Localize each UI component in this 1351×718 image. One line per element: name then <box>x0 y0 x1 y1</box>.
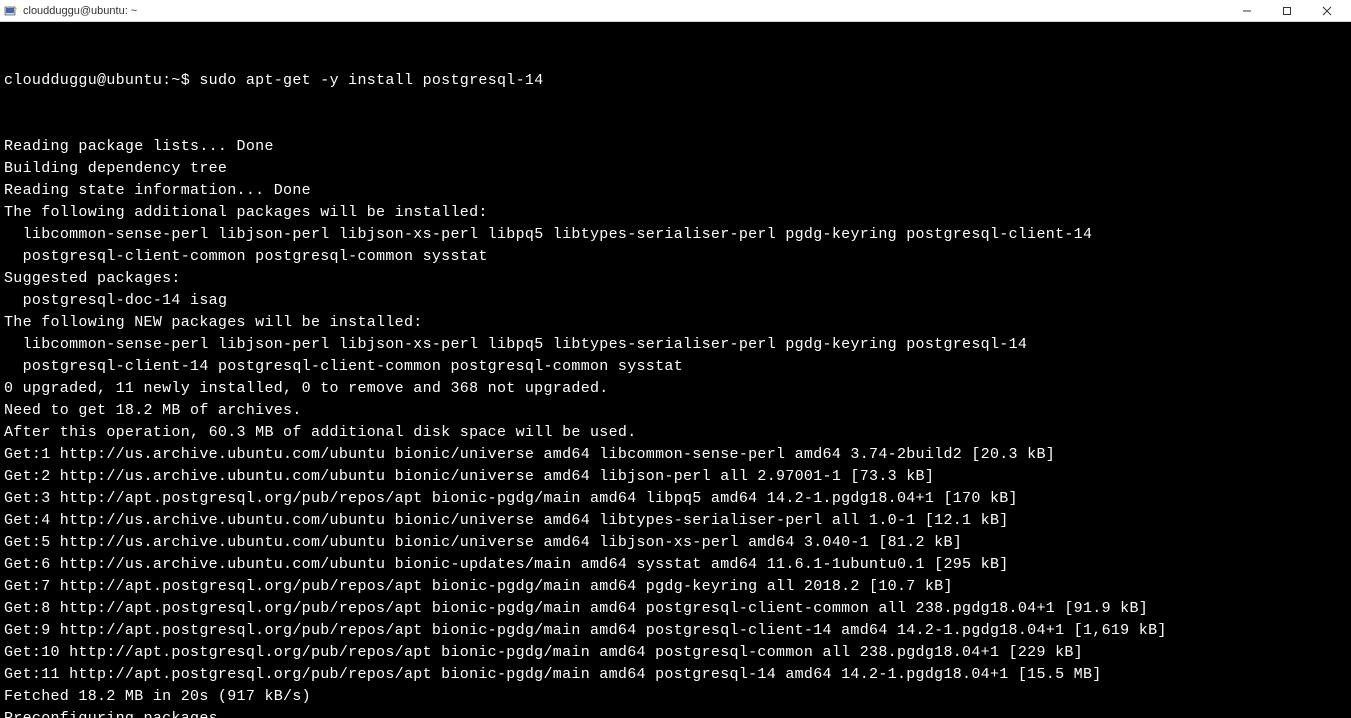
window-controls <box>1227 0 1347 22</box>
terminal-line: Get:5 http://us.archive.ubuntu.com/ubunt… <box>4 532 1347 554</box>
terminal-line: postgresql-client-14 postgresql-client-c… <box>4 356 1347 378</box>
minimize-button[interactable] <box>1227 0 1267 22</box>
shell-command: sudo apt-get -y install postgresql-14 <box>199 72 543 89</box>
close-button[interactable] <box>1307 0 1347 22</box>
terminal-line: Reading package lists... Done <box>4 136 1347 158</box>
window-title: cloudduggu@ubuntu: ~ <box>23 5 137 17</box>
terminal-line: 0 upgraded, 11 newly installed, 0 to rem… <box>4 378 1347 400</box>
putty-icon <box>4 4 18 18</box>
terminal-line: Reading state information... Done <box>4 180 1347 202</box>
terminal-line: Fetched 18.2 MB in 20s (917 kB/s) <box>4 686 1347 708</box>
terminal-line: Get:6 http://us.archive.ubuntu.com/ubunt… <box>4 554 1347 576</box>
terminal-line: libcommon-sense-perl libjson-perl libjso… <box>4 224 1347 246</box>
terminal-line: The following NEW packages will be insta… <box>4 312 1347 334</box>
terminal-area[interactable]: cloudduggu@ubuntu:~$ sudo apt-get -y ins… <box>0 22 1351 718</box>
terminal-line: libcommon-sense-perl libjson-perl libjso… <box>4 334 1347 356</box>
terminal-line: The following additional packages will b… <box>4 202 1347 224</box>
terminal-line: Get:1 http://us.archive.ubuntu.com/ubunt… <box>4 444 1347 466</box>
terminal-line: Get:9 http://apt.postgresql.org/pub/repo… <box>4 620 1347 642</box>
terminal-line: postgresql-doc-14 isag <box>4 290 1347 312</box>
terminal-line: Get:7 http://apt.postgresql.org/pub/repo… <box>4 576 1347 598</box>
terminal-line: Get:3 http://apt.postgresql.org/pub/repo… <box>4 488 1347 510</box>
terminal-line: Building dependency tree <box>4 158 1347 180</box>
terminal-line: After this operation, 60.3 MB of additio… <box>4 422 1347 444</box>
terminal-line: Need to get 18.2 MB of archives. <box>4 400 1347 422</box>
terminal-line: postgresql-client-common postgresql-comm… <box>4 246 1347 268</box>
terminal-line: Get:8 http://apt.postgresql.org/pub/repo… <box>4 598 1347 620</box>
terminal-line: Get:2 http://us.archive.ubuntu.com/ubunt… <box>4 466 1347 488</box>
terminal-line: Get:4 http://us.archive.ubuntu.com/ubunt… <box>4 510 1347 532</box>
window-titlebar: cloudduggu@ubuntu: ~ <box>0 0 1351 22</box>
terminal-line: Get:11 http://apt.postgresql.org/pub/rep… <box>4 664 1347 686</box>
shell-prompt: cloudduggu@ubuntu:~$ <box>4 72 199 89</box>
terminal-line: cloudduggu@ubuntu:~$ sudo apt-get -y ins… <box>4 70 1347 92</box>
terminal-line: Get:10 http://apt.postgresql.org/pub/rep… <box>4 642 1347 664</box>
titlebar-left: cloudduggu@ubuntu: ~ <box>4 4 137 18</box>
terminal-line: Preconfiguring packages ... <box>4 708 1347 718</box>
maximize-button[interactable] <box>1267 0 1307 22</box>
terminal-line: Suggested packages: <box>4 268 1347 290</box>
terminal-output: Reading package lists... DoneBuilding de… <box>4 136 1347 718</box>
